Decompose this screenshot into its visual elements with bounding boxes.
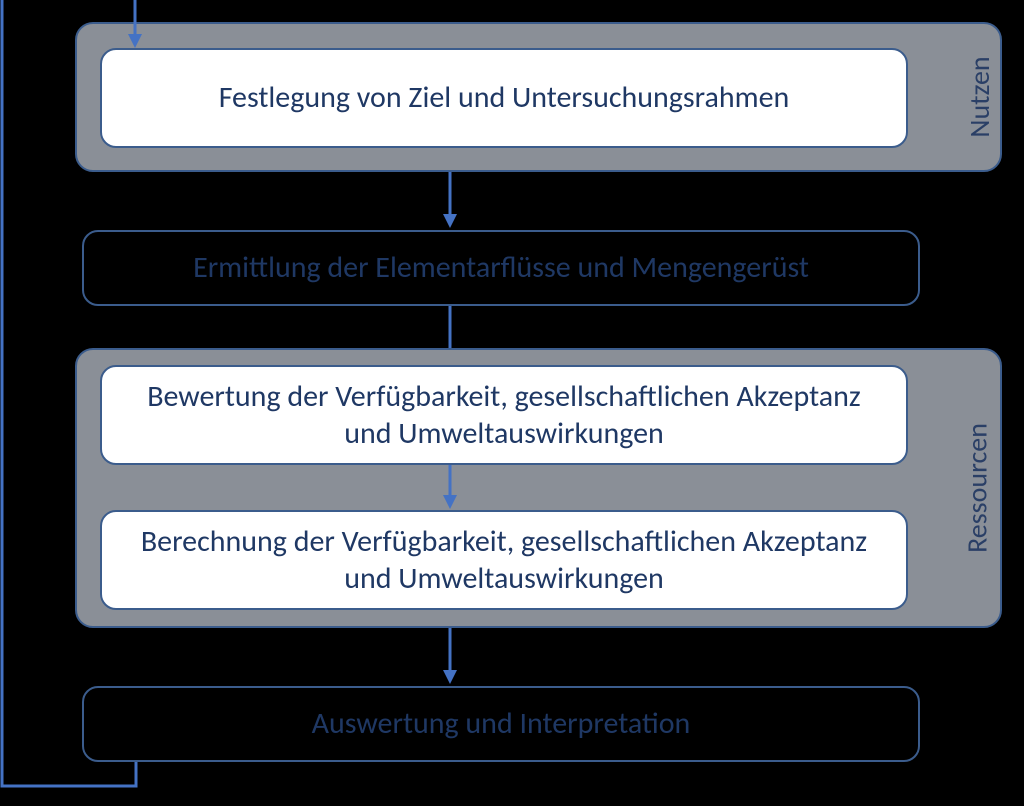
box-interpretation: Auswertung und Interpretation bbox=[82, 686, 920, 762]
group-label-nutzen: Nutzen bbox=[962, 56, 997, 137]
box-assessment-text: Bewertung der Verfügbarkeit, gesellschaf… bbox=[122, 378, 886, 453]
box-assessment: Bewertung der Verfügbarkeit, gesellschaf… bbox=[100, 365, 908, 465]
arrow-3-4 bbox=[435, 465, 465, 511]
group-label-ressourcen: Ressourcen bbox=[960, 423, 995, 553]
box-elementary-flows: Ermittlung der Elementarflüsse und Menge… bbox=[82, 230, 920, 306]
box-interpretation-text: Auswertung und Interpretation bbox=[312, 705, 691, 743]
box-goal-scope-text: Festlegung von Ziel und Untersuchungsrah… bbox=[219, 79, 790, 117]
arrow-4-5 bbox=[435, 628, 465, 686]
arrow-feedback-loop bbox=[0, 0, 196, 806]
box-elementary-flows-text: Ermittlung der Elementarflüsse und Menge… bbox=[193, 249, 809, 287]
box-calculation: Berechnung der Verfügbarkeit, gesellscha… bbox=[100, 510, 908, 610]
box-calculation-text: Berechnung der Verfügbarkeit, gesellscha… bbox=[122, 523, 886, 598]
box-goal-scope: Festlegung von Ziel und Untersuchungsrah… bbox=[100, 48, 908, 148]
arrow-1-2 bbox=[435, 172, 465, 230]
